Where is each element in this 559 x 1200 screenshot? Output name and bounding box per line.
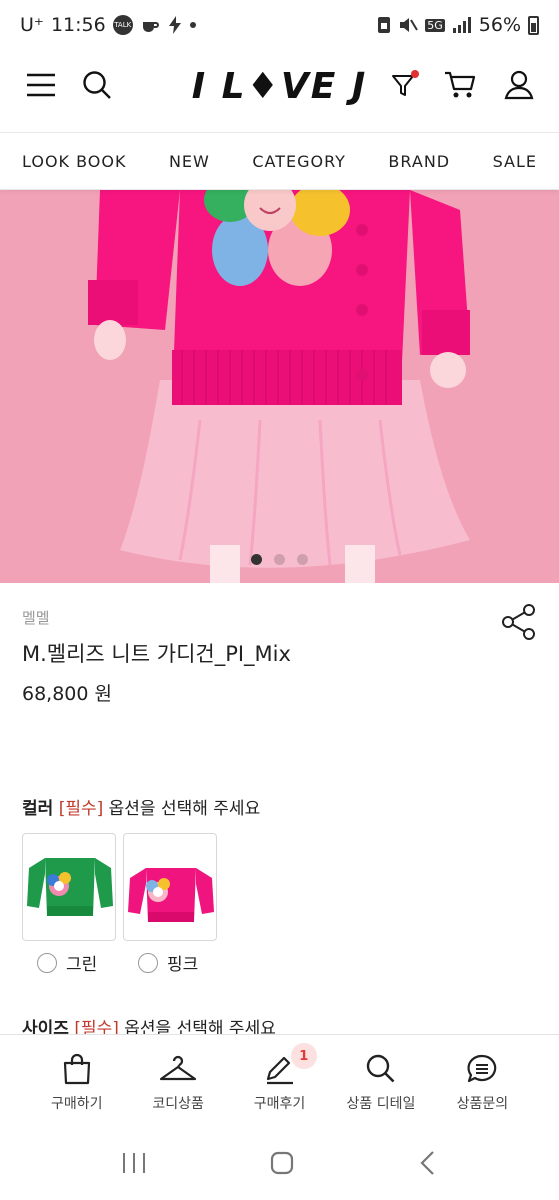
radio-button[interactable] — [138, 952, 158, 973]
color-choice-label: 그린 — [66, 955, 98, 975]
nav-new[interactable]: NEW — [169, 152, 210, 171]
sim-icon — [378, 17, 391, 33]
product-price: 68,800 원 — [22, 683, 113, 705]
color-hint: 옵션을 선택해 주세요 — [108, 799, 261, 819]
main-nav: LOOK BOOK NEW CATEGORY BRAND SALE — [0, 132, 559, 190]
tab-reviews[interactable]: 1 구매후기 — [229, 1035, 330, 1126]
nav-brand[interactable]: BRAND — [388, 152, 450, 171]
product-image-carousel[interactable] — [0, 190, 559, 583]
battery-icon — [528, 15, 539, 35]
green-cardigan-thumb — [27, 858, 113, 916]
tab-label: 구매후기 — [253, 1096, 306, 1112]
pink-cardigan-thumb — [128, 868, 214, 922]
tab-detail[interactable]: 상품 디테일 — [330, 1035, 431, 1126]
product-photo — [0, 190, 559, 583]
nav-sale[interactable]: SALE — [493, 152, 537, 171]
required-tag: [필수] — [58, 799, 104, 819]
app-header: I L♦VE J — [0, 50, 559, 132]
review-count-badge: 1 — [290, 1043, 317, 1069]
battery-label: 56% — [478, 14, 521, 36]
network-label: 5G — [425, 18, 445, 32]
product-brand[interactable]: 멜멜 — [22, 607, 50, 628]
carousel-dot[interactable] — [274, 554, 285, 565]
signal-icon — [452, 17, 471, 33]
color-option-header: 컬러 [필수] 옵션을 선택해 주세요 — [22, 794, 260, 819]
nav-category[interactable]: CATEGORY — [252, 152, 346, 171]
tab-inquiry[interactable]: 상품문의 — [432, 1035, 533, 1126]
color-choice-pink[interactable]: 핑크 — [138, 950, 198, 975]
radio-button[interactable] — [37, 952, 57, 973]
user-icon[interactable] — [502, 68, 536, 102]
recent-apps-icon[interactable] — [121, 1151, 147, 1175]
tab-coordi[interactable]: 코디상품 — [127, 1035, 228, 1126]
system-nav-bar — [0, 1126, 559, 1200]
color-choice-green[interactable]: 그린 — [37, 950, 97, 975]
carrier-label: U⁺ — [20, 14, 44, 36]
carousel-dots — [0, 554, 559, 565]
hanger-icon — [160, 1055, 197, 1081]
tab-label: 상품문의 — [456, 1096, 509, 1112]
lightning-icon — [168, 16, 181, 34]
status-right: 5G 56% — [377, 14, 539, 36]
bottom-tab-bar: 구매하기 코디상품 1 구매후기 상품 디테일 상품문의 — [0, 1034, 559, 1126]
product-name: M.멜리즈 니트 가디건_PI_Mix — [22, 642, 291, 666]
cart-icon[interactable] — [443, 68, 477, 102]
chat-bubble-icon — [467, 1054, 497, 1083]
status-left: U⁺ 11:56 TALK — [20, 14, 196, 36]
color-label: 컬러 — [22, 799, 54, 819]
tab-label: 코디상품 — [152, 1096, 204, 1112]
share-icon[interactable] — [500, 603, 538, 641]
status-bar: U⁺ 11:56 TALK 5G 56% — [0, 0, 559, 50]
kakaotalk-icon: TALK — [112, 15, 133, 35]
color-choice-label: 핑크 — [167, 955, 199, 975]
clock: 11:56 — [50, 14, 106, 36]
filter-icon[interactable] — [388, 68, 422, 102]
menu-icon[interactable] — [24, 68, 58, 102]
nav-lookbook[interactable]: LOOK BOOK — [22, 152, 126, 171]
swatch-green[interactable] — [22, 833, 116, 941]
notification-dot — [189, 22, 196, 28]
home-icon[interactable] — [269, 1150, 295, 1176]
tab-buy[interactable]: 구매하기 — [26, 1035, 127, 1126]
search-icon[interactable] — [80, 68, 114, 102]
carousel-dot[interactable] — [297, 554, 308, 565]
shopping-bag-icon — [63, 1053, 90, 1085]
tab-label: 구매하기 — [50, 1096, 103, 1112]
coffee-icon — [142, 22, 159, 32]
back-icon[interactable] — [418, 1150, 438, 1176]
swatch-pink[interactable] — [123, 833, 217, 941]
magnifier-icon — [366, 1054, 395, 1083]
carousel-dot[interactable] — [251, 554, 262, 565]
mute-icon — [400, 18, 419, 32]
tab-label: 상품 디테일 — [346, 1096, 416, 1112]
